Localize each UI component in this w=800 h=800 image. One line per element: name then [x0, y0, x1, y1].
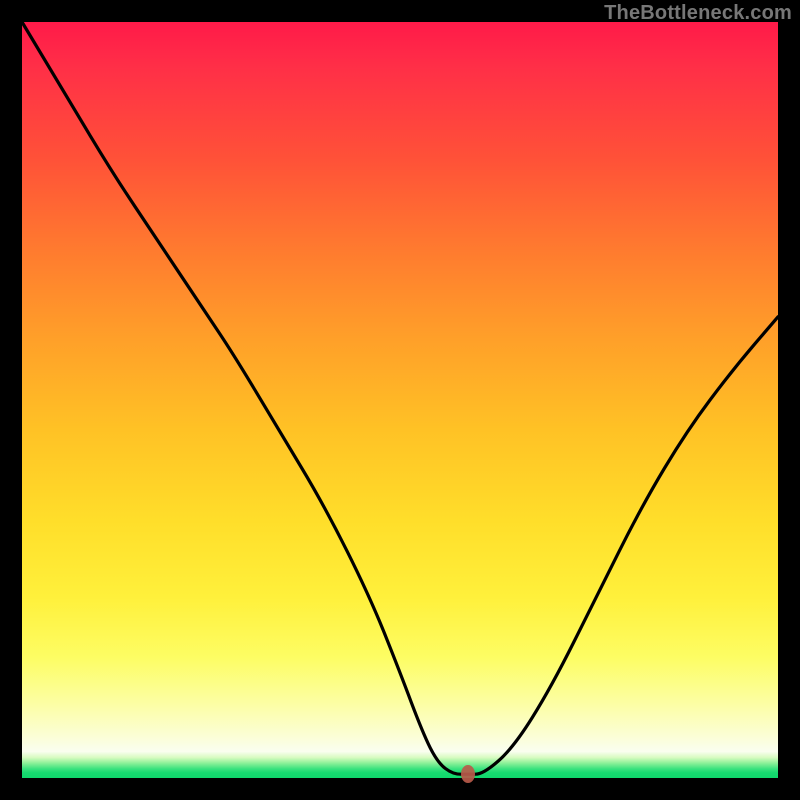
- optimal-point-marker: [461, 765, 475, 783]
- curve-svg: [22, 22, 778, 778]
- bottleneck-curve-path: [22, 22, 778, 774]
- chart-frame: TheBottleneck.com: [0, 0, 800, 800]
- plot-area: [22, 22, 778, 778]
